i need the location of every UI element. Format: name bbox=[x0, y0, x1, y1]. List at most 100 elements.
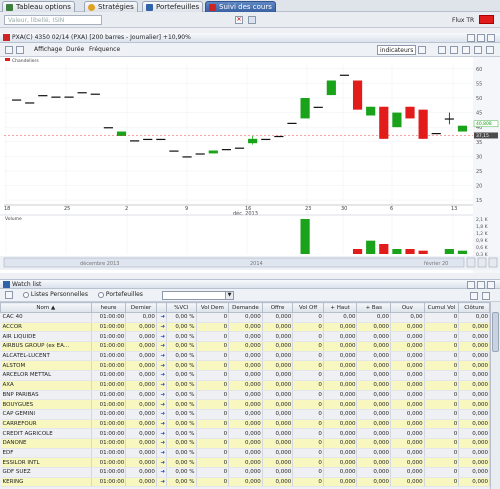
watchlist-scrollbar[interactable] bbox=[490, 302, 500, 489]
menu-frequence[interactable]: Fréquence bbox=[89, 43, 120, 56]
column-header[interactable]: Clôture bbox=[458, 302, 490, 313]
navigator-left-label: décembre 2013 bbox=[80, 260, 119, 267]
price-chart[interactable]: 60555045403530252015Chandeliers40,80837,… bbox=[0, 57, 500, 273]
search-input[interactable]: Valeur, libellé, ISIN bbox=[4, 15, 102, 25]
cell: 0,000 bbox=[458, 448, 490, 459]
table-row[interactable]: GDF SUEZ 01:00:00 0,000 ➜ 0,00 % 0 0,000 0,000 0… bbox=[0, 467, 490, 478]
edit-list-icon[interactable] bbox=[5, 291, 13, 299]
cell: 0,000 bbox=[125, 390, 157, 401]
cell: 01:00:00 bbox=[91, 438, 127, 449]
list-select[interactable]: ▼ bbox=[162, 291, 234, 300]
wl-settings-icon[interactable] bbox=[470, 292, 478, 300]
x-tick-label: 25 bbox=[64, 206, 70, 212]
crosshair-icon[interactable] bbox=[16, 46, 24, 54]
y-tick-label: 45 bbox=[476, 111, 482, 117]
table-row[interactable]: ALCATEL-LUCENT 01:00:00 0,000 ➜ 0,00 % 0 0,000… bbox=[0, 351, 490, 362]
maximize-button[interactable] bbox=[477, 34, 485, 42]
menu-affichage[interactable]: Affichage bbox=[34, 43, 62, 56]
table-row[interactable]: ACCOR 01:00:00 0,000 ➜ 0,00 % 0 0,000 0,000 0 0,0… bbox=[0, 322, 490, 333]
chart-type-icon[interactable] bbox=[418, 46, 426, 54]
column-header[interactable]: Demande bbox=[228, 302, 263, 313]
column-header[interactable] bbox=[155, 302, 168, 313]
column-header[interactable]: Ouv bbox=[390, 302, 425, 313]
tab-strategies[interactable]: Stratégies bbox=[84, 1, 138, 12]
cell: 0,000 bbox=[458, 438, 490, 449]
table-row[interactable]: CAC 40 01:00:00 0,00 ➜ 0,00 % 0 0,000 0,000 0 0,0… bbox=[0, 312, 490, 323]
remove-icon[interactable]: ✕ bbox=[235, 16, 243, 24]
chart-area[interactable]: 60 55 50 45 40 35 30 25 20 15 Chandeliers 40,808 37,… bbox=[0, 57, 500, 273]
table-row[interactable]: ARCELOR METTAL 01:00:00 0,000 ➜ 0,00 % 0 0,000… bbox=[0, 370, 490, 381]
column-header[interactable]: Dernier bbox=[125, 302, 157, 313]
watchlist-icon bbox=[3, 281, 10, 288]
cell: 0,00 % bbox=[166, 380, 197, 391]
change-arrow-icon: ➜ bbox=[156, 341, 168, 352]
cell: 0,000 bbox=[228, 360, 263, 372]
column-header[interactable]: Cumul Vol bbox=[423, 302, 460, 313]
column-header[interactable]: Offre bbox=[261, 302, 294, 313]
cell: 0,000 bbox=[125, 351, 157, 362]
cell: 0,000 bbox=[323, 409, 358, 420]
tab-portefeuilles[interactable]: Portefeuilles bbox=[142, 1, 204, 12]
zoom-out-icon[interactable] bbox=[450, 46, 458, 54]
column-header[interactable]: Vol Off bbox=[292, 302, 324, 313]
y-tick-label: 35 bbox=[476, 140, 482, 146]
candle bbox=[326, 80, 336, 96]
cell: 0,000 bbox=[390, 438, 425, 449]
table-row[interactable]: CARREFOUR 01:00:00 0,000 ➜ 0,00 % 0 0,000 0,000… bbox=[0, 419, 490, 430]
settings-icon[interactable] bbox=[462, 46, 470, 54]
print-icon[interactable] bbox=[474, 46, 482, 54]
table-row[interactable]: AXA 01:00:00 0,000 ➜ 0,00 % 0 0,000 0,000 0 0,000… bbox=[0, 380, 490, 391]
strategy-icon bbox=[88, 4, 95, 11]
close-button[interactable] bbox=[487, 34, 495, 42]
tab-tableau-options[interactable]: Tableau options bbox=[2, 1, 75, 12]
table-row[interactable]: ESSILOR INTL 01:00:00 0,000 ➜ 0,00 % 0 0,000 0,… bbox=[0, 457, 490, 468]
cell: 0 bbox=[292, 477, 324, 488]
column-header[interactable]: %VCl bbox=[166, 302, 197, 313]
zoom-in-icon[interactable] bbox=[438, 46, 446, 54]
table-row[interactable]: CREDIT AGRICOLE 01:00:00 0,000 ➜ 0,00 % 0 0,00… bbox=[0, 428, 490, 439]
table-row[interactable]: DANONE 01:00:00 0,000 ➜ 0,00 % 0 0,000 0,000 0 0,… bbox=[0, 438, 490, 449]
column-header[interactable]: + Haut bbox=[322, 302, 358, 313]
column-header[interactable]: Vol Dem bbox=[195, 302, 230, 313]
candle bbox=[457, 125, 468, 132]
table-row[interactable]: ALSTOM 01:00:00 0,000 ➜ 0,00 % 0 0,000 0,000 0 0,… bbox=[0, 360, 490, 372]
table-row[interactable]: AIR LIQUIDE 01:00:00 0,000 ➜ 0,00 % 0 0,000 0,0… bbox=[0, 331, 490, 343]
table-row[interactable]: BNP PARIBAS 01:00:00 0,000 ➜ 0,00 % 0 0,000 0,0… bbox=[0, 390, 490, 401]
wl-minimize-button[interactable] bbox=[467, 281, 475, 289]
cell: 0,000 bbox=[228, 448, 263, 459]
menu-duree[interactable]: Durée bbox=[66, 43, 84, 56]
wl-close-button[interactable] bbox=[487, 281, 495, 289]
column-header[interactable]: heure bbox=[90, 302, 127, 313]
cell: 0,000 bbox=[323, 322, 358, 333]
watchlist-table[interactable]: Nom ▲ heure Dernier %VCl Vol Dem Demande Offre… bbox=[0, 302, 490, 488]
table-row[interactable]: AIRBUS GROUP (ex EA... 01:00:00 0,000 ➜ 0,00… bbox=[0, 341, 490, 352]
watchlist-toolbar: Listes Personnelles Portefeuilles bbox=[0, 289, 500, 302]
radio-portefeuilles[interactable]: Portefeuilles bbox=[98, 289, 143, 301]
table-row[interactable]: EDF 01:00:00 0,000 ➜ 0,00 % 0 0,000 0,000 0 0,000… bbox=[0, 448, 490, 459]
instrument-name: ESSILOR INTL bbox=[0, 457, 92, 468]
wl-maximize-button[interactable] bbox=[477, 281, 485, 289]
flux-status-indicator[interactable] bbox=[479, 15, 494, 24]
table-row[interactable]: CAP GEMINI 01:00:00 0,000 ➜ 0,00 % 0 0,000 0,00… bbox=[0, 409, 490, 420]
cell: 0,000 bbox=[228, 322, 263, 333]
scrollbar-thumb[interactable] bbox=[492, 312, 499, 352]
cell: 0 bbox=[196, 438, 230, 449]
table-row[interactable]: KERING 01:00:00 0,000 ➜ 0,00 % 0 0,000 0,000 0 0,… bbox=[0, 477, 490, 488]
cell: 0,000 bbox=[458, 351, 490, 362]
cell: 01:00:00 bbox=[91, 448, 127, 459]
minimize-button[interactable] bbox=[467, 34, 475, 42]
column-header[interactable]: Nom ▲ bbox=[0, 302, 92, 313]
draw-icon[interactable] bbox=[5, 46, 13, 54]
change-arrow-icon: ➜ bbox=[156, 390, 168, 401]
table-row[interactable]: BOUYGUES 01:00:00 0,000 ➜ 0,00 % 0 0,000 0,000 0… bbox=[0, 399, 490, 410]
indicators-button[interactable]: indicateurs bbox=[377, 45, 417, 55]
tab-suivi-des-cours[interactable]: Suivi des cours bbox=[205, 1, 276, 12]
cell: 01:00:00 bbox=[91, 312, 127, 323]
radio-listes-personnelles[interactable]: Listes Personnelles bbox=[23, 289, 88, 301]
wl-export-icon[interactable] bbox=[482, 292, 490, 300]
export-icon[interactable] bbox=[486, 46, 494, 54]
cell: 0,000 bbox=[262, 341, 294, 352]
cell: 01:00:00 bbox=[91, 351, 127, 362]
window-icon[interactable] bbox=[248, 16, 256, 24]
column-header[interactable]: + Bas bbox=[356, 302, 392, 313]
